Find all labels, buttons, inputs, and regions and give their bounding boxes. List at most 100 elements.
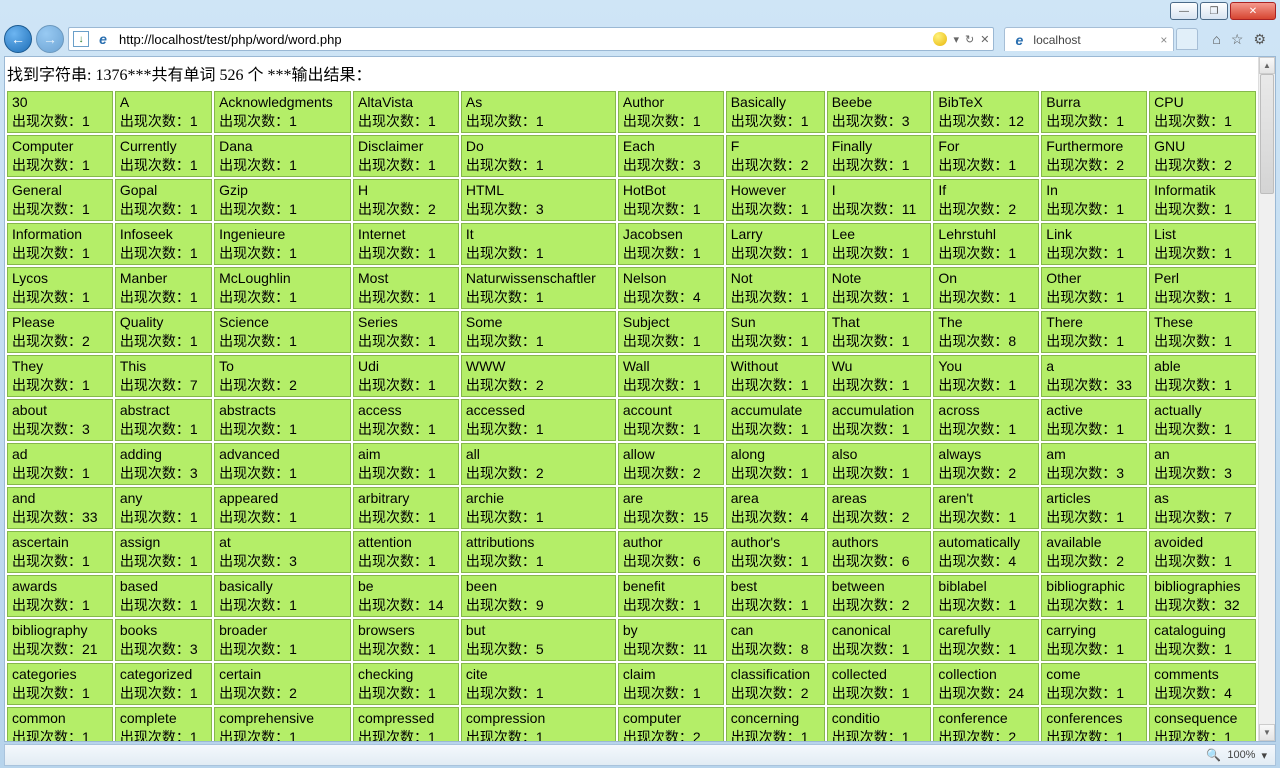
word-cell: any出现次数：1	[115, 487, 212, 529]
word-cell: adding出现次数：3	[115, 443, 212, 485]
word-cell: accumulation出现次数：1	[827, 399, 932, 441]
scroll-thumb[interactable]	[1260, 74, 1274, 194]
word-cell: ad出现次数：1	[7, 443, 113, 485]
word-cell: Science出现次数：1	[214, 311, 351, 353]
word-cell: area出现次数：4	[726, 487, 825, 529]
word-cell: based出现次数：1	[115, 575, 212, 617]
word-cell: advanced出现次数：1	[214, 443, 351, 485]
window-titlebar: — ❐ ✕	[0, 0, 1280, 22]
url-dropdown-button[interactable]: ▾	[953, 33, 959, 46]
word-cell: archie出现次数：1	[461, 487, 616, 529]
word-cell: collected出现次数：1	[827, 663, 932, 705]
new-tab-button[interactable]	[1176, 28, 1198, 50]
address-bar[interactable]: ↓ e ▾ ↻ ✕	[68, 27, 994, 51]
word-cell: Gopal出现次数：1	[115, 179, 212, 221]
status-bar: 🔍 100% ▾	[4, 744, 1276, 766]
word-cell: common出现次数：1	[7, 707, 113, 741]
zoom-level[interactable]: 100%	[1227, 749, 1255, 761]
table-row: ascertain出现次数：1assign出现次数：1at出现次数：3atten…	[7, 531, 1256, 573]
word-cell: H出现次数：2	[353, 179, 459, 221]
window-minimize-button[interactable]: —	[1170, 2, 1198, 20]
word-cell: always出现次数：2	[933, 443, 1039, 485]
vertical-scrollbar[interactable]: ▲ ▼	[1258, 57, 1275, 741]
refresh-button[interactable]: ↻	[965, 33, 974, 46]
word-cell: cite出现次数：1	[461, 663, 616, 705]
table-row: Information出现次数：1Infoseek出现次数：1Ingenieur…	[7, 223, 1256, 265]
zoom-icon[interactable]: 🔍	[1206, 748, 1221, 762]
word-cell: If出现次数：2	[933, 179, 1039, 221]
word-cell: by出现次数：11	[618, 619, 724, 661]
word-cell: all出现次数：2	[461, 443, 616, 485]
word-cell: GNU出现次数：2	[1149, 135, 1256, 177]
word-cell: author出现次数：6	[618, 531, 724, 573]
forward-button[interactable]: →	[36, 25, 64, 53]
word-cell: ascertain出现次数：1	[7, 531, 113, 573]
word-cell: basically出现次数：1	[214, 575, 351, 617]
word-cell: Subject出现次数：1	[618, 311, 724, 353]
ie-logo-icon: e	[95, 31, 111, 47]
word-cell: Most出现次数：1	[353, 267, 459, 309]
word-cell: certain出现次数：2	[214, 663, 351, 705]
word-cell: but出现次数：5	[461, 619, 616, 661]
scroll-down-button[interactable]: ▼	[1259, 724, 1275, 741]
table-row: Please出现次数：2Quality出现次数：1Science出现次数：1Se…	[7, 311, 1256, 353]
word-cell: Note出现次数：1	[827, 267, 932, 309]
word-cell: consequence出现次数：1	[1149, 707, 1256, 741]
word-cell: They出现次数：1	[7, 355, 113, 397]
word-cell: come出现次数：1	[1041, 663, 1147, 705]
word-frequency-table: 30出现次数：1A出现次数：1Acknowledgments出现次数：1Alta…	[5, 89, 1258, 741]
window-close-button[interactable]: ✕	[1230, 2, 1276, 20]
word-cell: Currently出现次数：1	[115, 135, 212, 177]
tab-title: localhost	[1033, 33, 1080, 47]
word-cell: HTML出现次数：3	[461, 179, 616, 221]
word-cell: along出现次数：1	[726, 443, 825, 485]
word-cell: Internet出现次数：1	[353, 223, 459, 265]
word-cell: appeared出现次数：1	[214, 487, 351, 529]
word-cell: available出现次数：2	[1041, 531, 1147, 573]
word-cell: Please出现次数：2	[7, 311, 113, 353]
word-cell: Series出现次数：1	[353, 311, 459, 353]
back-button[interactable]: ←	[4, 25, 32, 53]
browser-tab[interactable]: e localhost ×	[1004, 27, 1174, 51]
word-cell: checking出现次数：1	[353, 663, 459, 705]
compatibility-icon[interactable]	[933, 32, 947, 46]
word-cell: Wu出现次数：1	[827, 355, 932, 397]
word-cell: Nelson出现次数：4	[618, 267, 724, 309]
tools-icon[interactable]: ⚙	[1253, 31, 1266, 48]
word-cell: Beebe出现次数：3	[827, 91, 932, 133]
table-row: General出现次数：1Gopal出现次数：1Gzip出现次数：1H出现次数：…	[7, 179, 1256, 221]
download-icon[interactable]: ↓	[73, 31, 89, 47]
word-cell: allow出现次数：2	[618, 443, 724, 485]
tab-favicon-icon: e	[1011, 32, 1027, 48]
word-cell: account出现次数：1	[618, 399, 724, 441]
word-cell: BibTeX出现次数：12	[933, 91, 1039, 133]
word-cell: active出现次数：1	[1041, 399, 1147, 441]
word-cell: 30出现次数：1	[7, 91, 113, 133]
home-icon[interactable]: ⌂	[1212, 31, 1220, 47]
favorites-icon[interactable]: ☆	[1231, 31, 1244, 48]
scroll-up-button[interactable]: ▲	[1259, 57, 1275, 74]
table-row: Computer出现次数：1Currently出现次数：1Dana出现次数：1D…	[7, 135, 1256, 177]
tab-close-button[interactable]: ×	[1160, 33, 1167, 47]
word-cell: accumulate出现次数：1	[726, 399, 825, 441]
word-cell: conference出现次数：2	[933, 707, 1039, 741]
word-cell: Dana出现次数：1	[214, 135, 351, 177]
zoom-dropdown[interactable]: ▾	[1261, 749, 1267, 762]
word-cell: For出现次数：1	[933, 135, 1039, 177]
window-maximize-button[interactable]: ❐	[1200, 2, 1228, 20]
word-cell: bibliographies出现次数：32	[1149, 575, 1256, 617]
word-cell: broader出现次数：1	[214, 619, 351, 661]
word-cell: Sun出现次数：1	[726, 311, 825, 353]
word-cell: cataloguing出现次数：1	[1149, 619, 1256, 661]
word-cell: comments出现次数：4	[1149, 663, 1256, 705]
word-cell: and出现次数：33	[7, 487, 113, 529]
url-input[interactable]	[117, 31, 927, 48]
word-cell: Computer出现次数：1	[7, 135, 113, 177]
word-cell: aim出现次数：1	[353, 443, 459, 485]
word-cell: Wall出现次数：1	[618, 355, 724, 397]
word-cell: Link出现次数：1	[1041, 223, 1147, 265]
word-cell: able出现次数：1	[1149, 355, 1256, 397]
stop-button[interactable]: ✕	[980, 33, 989, 46]
word-cell: Without出现次数：1	[726, 355, 825, 397]
word-cell: compression出现次数：1	[461, 707, 616, 741]
